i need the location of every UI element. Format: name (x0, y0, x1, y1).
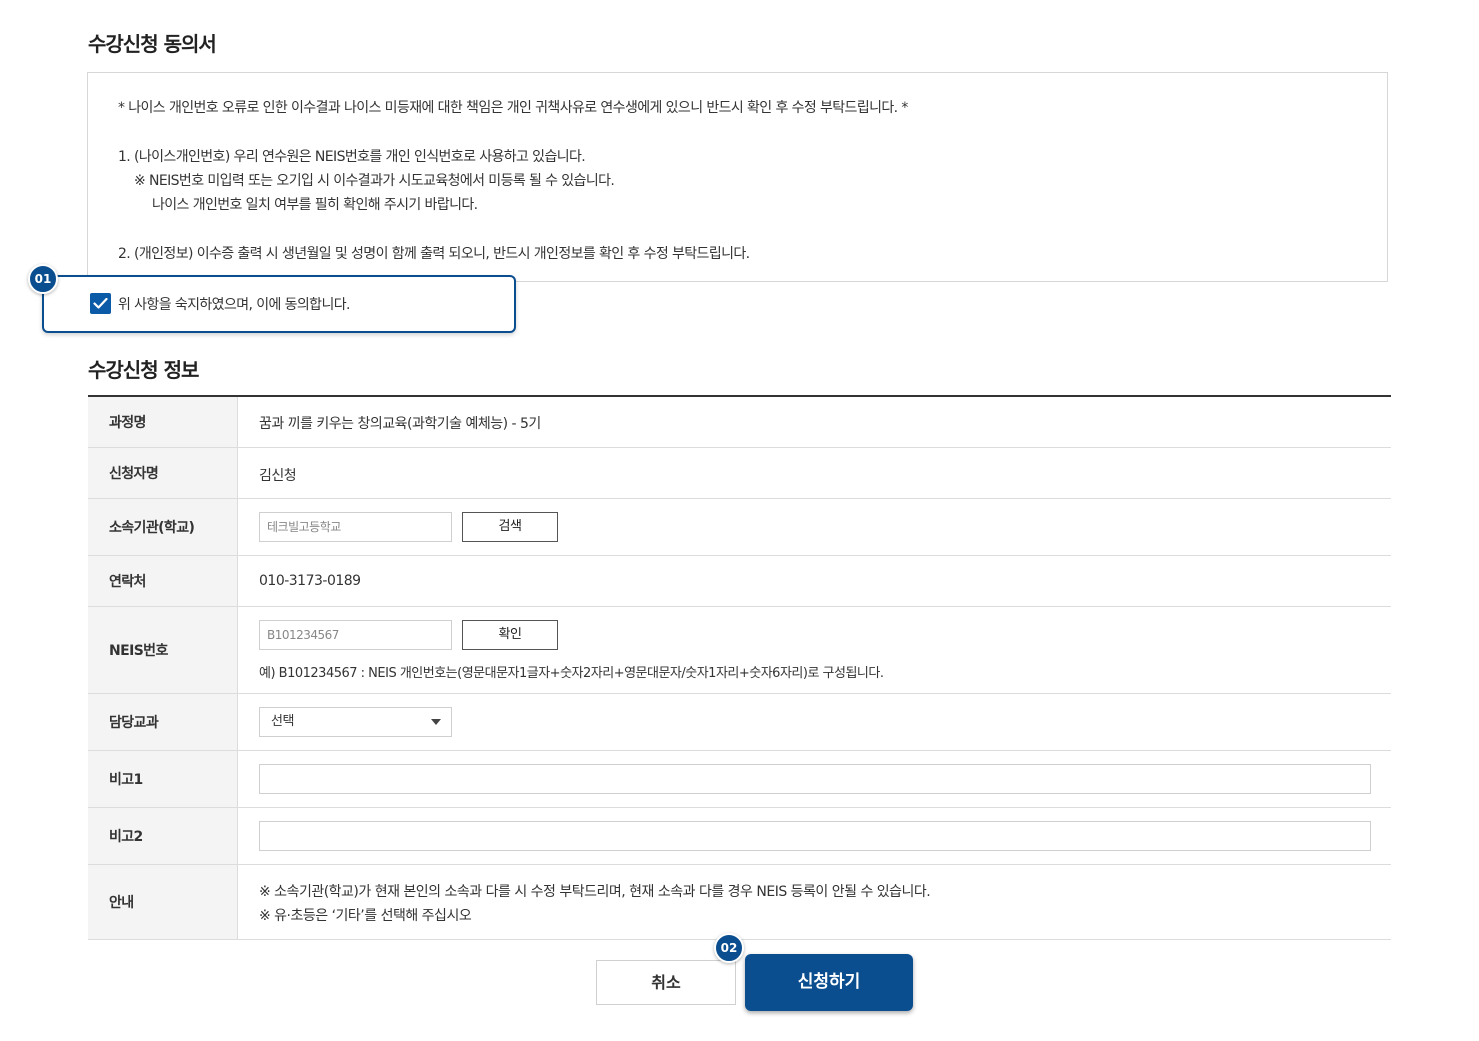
row-guide: 안내 ※ 소속기관(학교)가 현재 본인의 소속과 다를 시 수정 부탁드리며,… (88, 865, 1391, 940)
apply-button[interactable]: 신청하기 (745, 954, 913, 1011)
chevron-down-icon (431, 719, 441, 725)
note2-input[interactable] (259, 821, 1371, 851)
consent-text-box: * 나이스 개인번호 오류로 인한 이수결과 나이스 미등재에 대한 책임은 개… (87, 72, 1388, 282)
applicant-value: 김신청 (259, 468, 297, 484)
guide-label: 안내 (88, 865, 238, 939)
guide-line-2: ※ 유·초등은 ‘기타’를 선택해 주십시오 (259, 908, 472, 924)
row-subject: 담당교과 선택 (88, 694, 1391, 751)
row-course: 과정명 꿈과 끼를 키우는 창의교육(과학기술 예체능) - 5기 (88, 397, 1391, 448)
row-note2: 비고2 (88, 808, 1391, 865)
row-note1: 비고1 (88, 751, 1391, 808)
agree-label[interactable]: 위 사항을 숙지하였으며, 이에 동의합니다. (118, 294, 350, 314)
agree-checkbox[interactable] (90, 293, 111, 314)
step-badge-02: 02 (714, 933, 744, 963)
info-section-title: 수강신청 정보 (88, 358, 199, 382)
consent-item-2: 2. (개인정보) 이수증 출력 시 생년월일 및 성명이 함께 출력 되오니,… (118, 246, 750, 262)
check-icon (93, 297, 108, 309)
contact-label: 연락처 (88, 556, 238, 606)
consent-item-1-note-1: ※ NEIS번호 미입력 또는 오기입 시 이수결과가 시도교육청에서 미등록 … (134, 173, 615, 189)
neis-help-text: 예) B101234567 : NEIS 개인번호는(영문대문자1글자+숫자2자… (259, 666, 884, 681)
neis-input[interactable]: B101234567 (259, 620, 452, 650)
neis-confirm-button[interactable]: 확인 (462, 620, 558, 650)
cancel-button[interactable]: 취소 (596, 960, 736, 1005)
application-info-table: 과정명 꿈과 끼를 키우는 창의교육(과학기술 예체능) - 5기 신청자명 김… (88, 395, 1391, 940)
school-input[interactable]: 테크빌고등학교 (259, 512, 452, 542)
subject-select[interactable]: 선택 (259, 707, 452, 737)
row-applicant: 신청자명 김신청 (88, 448, 1391, 499)
applicant-label: 신청자명 (88, 448, 238, 498)
school-label: 소속기관(학교) (88, 499, 238, 555)
course-label: 과정명 (88, 397, 238, 447)
note1-input[interactable] (259, 764, 1371, 794)
subject-label: 담당교과 (88, 694, 238, 750)
note1-label: 비고1 (88, 751, 238, 807)
school-search-button[interactable]: 검색 (462, 512, 558, 542)
consent-notice: * 나이스 개인번호 오류로 인한 이수결과 나이스 미등재에 대한 책임은 개… (118, 100, 908, 116)
note2-label: 비고2 (88, 808, 238, 864)
row-school: 소속기관(학교) 테크빌고등학교 검색 (88, 499, 1391, 556)
consent-item-1-note-2: 나이스 개인번호 일치 여부를 필히 확인해 주시기 바랍니다. (152, 197, 478, 213)
course-value: 꿈과 끼를 키우는 창의교육(과학기술 예체능) - 5기 (259, 416, 541, 432)
guide-line-1: ※ 소속기관(학교)가 현재 본인의 소속과 다를 시 수정 부탁드리며, 현재… (259, 884, 931, 900)
row-contact: 연락처 010-3173-0189 (88, 556, 1391, 607)
agree-checkbox-row[interactable]: 위 사항을 숙지하였으며, 이에 동의합니다. (42, 275, 516, 333)
step-badge-01: 01 (28, 264, 58, 294)
neis-label: NEIS번호 (88, 607, 238, 693)
subject-selected-value: 선택 (271, 714, 294, 729)
contact-value: 010-3173-0189 (259, 573, 361, 589)
consent-section-title: 수강신청 동의서 (88, 32, 217, 56)
row-neis: NEIS번호 B101234567 확인 예) B101234567 : NEI… (88, 607, 1391, 694)
consent-item-1: 1. (나이스개인번호) 우리 연수원은 NEIS번호를 개인 인식번호로 사용… (118, 149, 586, 165)
